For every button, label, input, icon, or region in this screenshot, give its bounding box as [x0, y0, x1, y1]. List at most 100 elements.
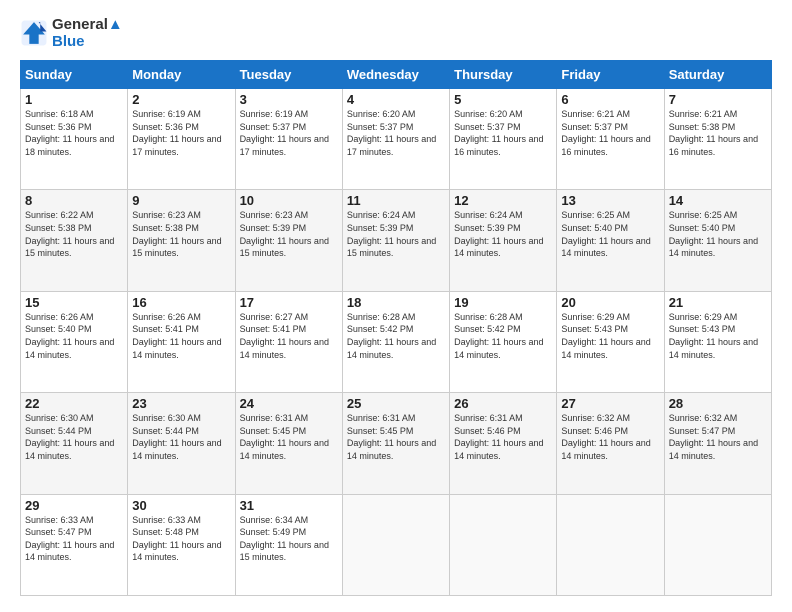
day-number: 28 — [669, 396, 767, 411]
day-info: Sunrise: 6:29 AM Sunset: 5:43 PM Dayligh… — [669, 311, 767, 361]
day-number: 3 — [240, 92, 338, 107]
calendar-cell: 28 Sunrise: 6:32 AM Sunset: 5:47 PM Dayl… — [664, 393, 771, 494]
calendar-cell: 3 Sunrise: 6:19 AM Sunset: 5:37 PM Dayli… — [235, 89, 342, 190]
calendar-cell: 15 Sunrise: 6:26 AM Sunset: 5:40 PM Dayl… — [21, 291, 128, 392]
calendar-cell: 18 Sunrise: 6:28 AM Sunset: 5:42 PM Dayl… — [342, 291, 449, 392]
calendar-cell: 6 Sunrise: 6:21 AM Sunset: 5:37 PM Dayli… — [557, 89, 664, 190]
day-number: 26 — [454, 396, 552, 411]
day-number: 10 — [240, 193, 338, 208]
day-info: Sunrise: 6:26 AM Sunset: 5:40 PM Dayligh… — [25, 311, 123, 361]
col-header-tuesday: Tuesday — [235, 61, 342, 89]
day-info: Sunrise: 6:25 AM Sunset: 5:40 PM Dayligh… — [669, 209, 767, 259]
day-info: Sunrise: 6:19 AM Sunset: 5:36 PM Dayligh… — [132, 108, 230, 158]
day-number: 12 — [454, 193, 552, 208]
day-info: Sunrise: 6:19 AM Sunset: 5:37 PM Dayligh… — [240, 108, 338, 158]
day-number: 20 — [561, 295, 659, 310]
day-number: 11 — [347, 193, 445, 208]
calendar-cell: 30 Sunrise: 6:33 AM Sunset: 5:48 PM Dayl… — [128, 494, 235, 595]
day-info: Sunrise: 6:30 AM Sunset: 5:44 PM Dayligh… — [132, 412, 230, 462]
calendar-cell: 14 Sunrise: 6:25 AM Sunset: 5:40 PM Dayl… — [664, 190, 771, 291]
calendar-cell: 11 Sunrise: 6:24 AM Sunset: 5:39 PM Dayl… — [342, 190, 449, 291]
calendar-cell: 17 Sunrise: 6:27 AM Sunset: 5:41 PM Dayl… — [235, 291, 342, 392]
calendar-week-3: 15 Sunrise: 6:26 AM Sunset: 5:40 PM Dayl… — [21, 291, 772, 392]
day-number: 27 — [561, 396, 659, 411]
day-number: 16 — [132, 295, 230, 310]
col-header-saturday: Saturday — [664, 61, 771, 89]
day-number: 1 — [25, 92, 123, 107]
day-info: Sunrise: 6:18 AM Sunset: 5:36 PM Dayligh… — [25, 108, 123, 158]
calendar-cell: 1 Sunrise: 6:18 AM Sunset: 5:36 PM Dayli… — [21, 89, 128, 190]
day-number: 4 — [347, 92, 445, 107]
day-info: Sunrise: 6:27 AM Sunset: 5:41 PM Dayligh… — [240, 311, 338, 361]
day-info: Sunrise: 6:24 AM Sunset: 5:39 PM Dayligh… — [454, 209, 552, 259]
day-number: 7 — [669, 92, 767, 107]
calendar-table: SundayMondayTuesdayWednesdayThursdayFrid… — [20, 60, 772, 596]
calendar-week-2: 8 Sunrise: 6:22 AM Sunset: 5:38 PM Dayli… — [21, 190, 772, 291]
day-info: Sunrise: 6:23 AM Sunset: 5:38 PM Dayligh… — [132, 209, 230, 259]
calendar-cell: 12 Sunrise: 6:24 AM Sunset: 5:39 PM Dayl… — [450, 190, 557, 291]
calendar-cell: 16 Sunrise: 6:26 AM Sunset: 5:41 PM Dayl… — [128, 291, 235, 392]
calendar-cell: 5 Sunrise: 6:20 AM Sunset: 5:37 PM Dayli… — [450, 89, 557, 190]
page: General▲ Blue SundayMondayTuesdayWednesd… — [0, 0, 792, 612]
header: General▲ Blue — [20, 16, 772, 50]
calendar-cell — [664, 494, 771, 595]
calendar-cell: 20 Sunrise: 6:29 AM Sunset: 5:43 PM Dayl… — [557, 291, 664, 392]
day-info: Sunrise: 6:29 AM Sunset: 5:43 PM Dayligh… — [561, 311, 659, 361]
day-info: Sunrise: 6:30 AM Sunset: 5:44 PM Dayligh… — [25, 412, 123, 462]
day-number: 18 — [347, 295, 445, 310]
col-header-friday: Friday — [557, 61, 664, 89]
calendar-cell: 24 Sunrise: 6:31 AM Sunset: 5:45 PM Dayl… — [235, 393, 342, 494]
day-number: 25 — [347, 396, 445, 411]
calendar-cell: 31 Sunrise: 6:34 AM Sunset: 5:49 PM Dayl… — [235, 494, 342, 595]
calendar-cell: 8 Sunrise: 6:22 AM Sunset: 5:38 PM Dayli… — [21, 190, 128, 291]
day-number: 24 — [240, 396, 338, 411]
day-info: Sunrise: 6:25 AM Sunset: 5:40 PM Dayligh… — [561, 209, 659, 259]
day-number: 29 — [25, 498, 123, 513]
calendar-cell: 2 Sunrise: 6:19 AM Sunset: 5:36 PM Dayli… — [128, 89, 235, 190]
calendar-cell — [450, 494, 557, 595]
col-header-thursday: Thursday — [450, 61, 557, 89]
day-number: 21 — [669, 295, 767, 310]
day-number: 31 — [240, 498, 338, 513]
day-info: Sunrise: 6:34 AM Sunset: 5:49 PM Dayligh… — [240, 514, 338, 564]
day-number: 15 — [25, 295, 123, 310]
calendar-cell: 7 Sunrise: 6:21 AM Sunset: 5:38 PM Dayli… — [664, 89, 771, 190]
day-info: Sunrise: 6:31 AM Sunset: 5:46 PM Dayligh… — [454, 412, 552, 462]
calendar-cell: 21 Sunrise: 6:29 AM Sunset: 5:43 PM Dayl… — [664, 291, 771, 392]
day-info: Sunrise: 6:32 AM Sunset: 5:47 PM Dayligh… — [669, 412, 767, 462]
day-number: 17 — [240, 295, 338, 310]
calendar-cell: 19 Sunrise: 6:28 AM Sunset: 5:42 PM Dayl… — [450, 291, 557, 392]
calendar-cell: 13 Sunrise: 6:25 AM Sunset: 5:40 PM Dayl… — [557, 190, 664, 291]
day-info: Sunrise: 6:31 AM Sunset: 5:45 PM Dayligh… — [347, 412, 445, 462]
calendar-cell: 27 Sunrise: 6:32 AM Sunset: 5:46 PM Dayl… — [557, 393, 664, 494]
day-info: Sunrise: 6:20 AM Sunset: 5:37 PM Dayligh… — [347, 108, 445, 158]
calendar-cell: 22 Sunrise: 6:30 AM Sunset: 5:44 PM Dayl… — [21, 393, 128, 494]
day-info: Sunrise: 6:33 AM Sunset: 5:47 PM Dayligh… — [25, 514, 123, 564]
calendar-cell: 4 Sunrise: 6:20 AM Sunset: 5:37 PM Dayli… — [342, 89, 449, 190]
day-number: 2 — [132, 92, 230, 107]
calendar-week-4: 22 Sunrise: 6:30 AM Sunset: 5:44 PM Dayl… — [21, 393, 772, 494]
day-info: Sunrise: 6:20 AM Sunset: 5:37 PM Dayligh… — [454, 108, 552, 158]
calendar-cell — [557, 494, 664, 595]
logo: General▲ Blue — [20, 16, 123, 50]
calendar-cell — [342, 494, 449, 595]
calendar-cell: 25 Sunrise: 6:31 AM Sunset: 5:45 PM Dayl… — [342, 393, 449, 494]
day-number: 13 — [561, 193, 659, 208]
col-header-wednesday: Wednesday — [342, 61, 449, 89]
logo-icon — [20, 19, 48, 47]
calendar-cell: 10 Sunrise: 6:23 AM Sunset: 5:39 PM Dayl… — [235, 190, 342, 291]
day-info: Sunrise: 6:21 AM Sunset: 5:38 PM Dayligh… — [669, 108, 767, 158]
day-number: 30 — [132, 498, 230, 513]
day-number: 5 — [454, 92, 552, 107]
col-header-monday: Monday — [128, 61, 235, 89]
day-number: 22 — [25, 396, 123, 411]
day-number: 14 — [669, 193, 767, 208]
day-info: Sunrise: 6:24 AM Sunset: 5:39 PM Dayligh… — [347, 209, 445, 259]
calendar-week-1: 1 Sunrise: 6:18 AM Sunset: 5:36 PM Dayli… — [21, 89, 772, 190]
day-number: 6 — [561, 92, 659, 107]
day-info: Sunrise: 6:31 AM Sunset: 5:45 PM Dayligh… — [240, 412, 338, 462]
day-info: Sunrise: 6:26 AM Sunset: 5:41 PM Dayligh… — [132, 311, 230, 361]
day-number: 9 — [132, 193, 230, 208]
calendar-cell: 9 Sunrise: 6:23 AM Sunset: 5:38 PM Dayli… — [128, 190, 235, 291]
day-info: Sunrise: 6:33 AM Sunset: 5:48 PM Dayligh… — [132, 514, 230, 564]
